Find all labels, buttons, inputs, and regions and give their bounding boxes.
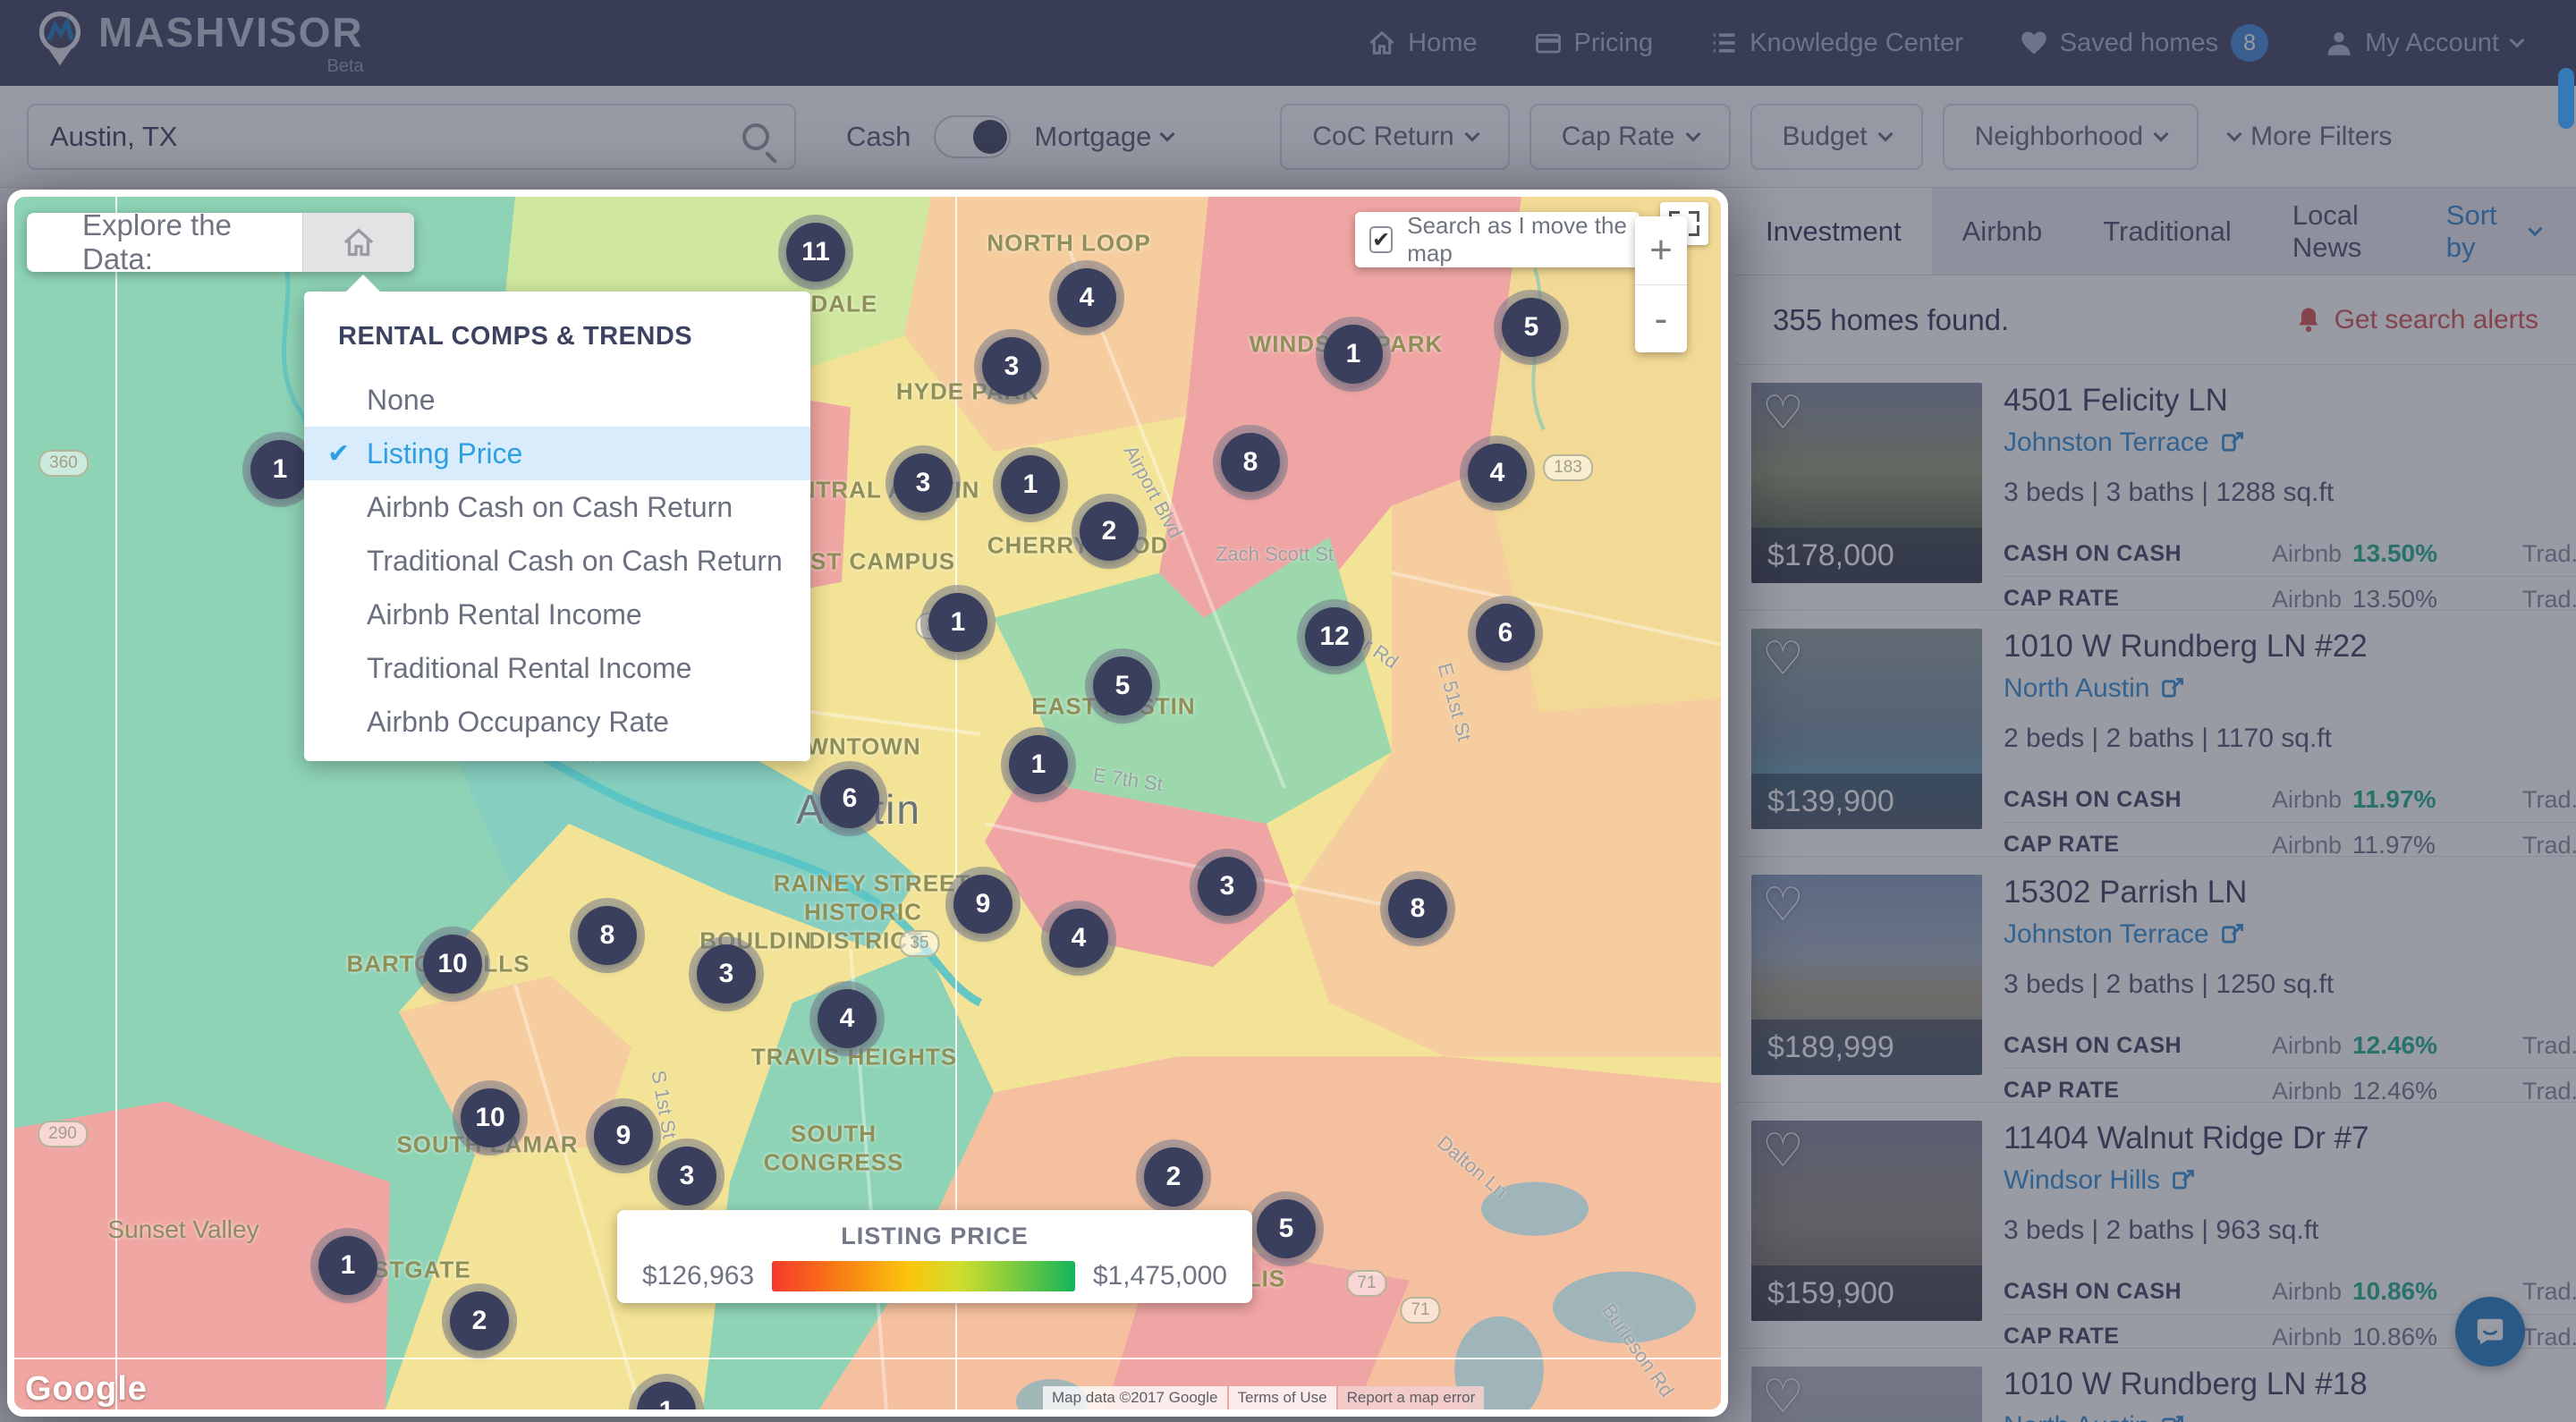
dropdown-item-label: Airbnb Rental Income [367,598,642,631]
map-cluster-marker[interactable]: 4 [1057,268,1116,327]
legend-min-value: $126,963 [642,1261,754,1291]
checkmark-icon: ✔ [327,438,350,470]
home-icon [342,226,376,258]
search-as-move-label: Search as I move the map [1407,212,1640,267]
zoom-in-button[interactable]: + [1635,216,1687,284]
explore-data-panel: Explore the Data: [27,213,414,272]
map-cluster-marker[interactable]: 3 [982,337,1041,396]
google-logo: Google [25,1370,148,1409]
map-cluster-marker[interactable]: 2 [1144,1147,1203,1206]
legend-title: LISTING PRICE [642,1223,1227,1250]
map-cluster-marker[interactable]: 1 [1001,455,1060,514]
map-cluster-marker[interactable]: 2 [450,1291,509,1350]
dropdown-item-traditional-rental-income[interactable]: Traditional Rental Income [304,641,810,695]
map-cluster-marker[interactable]: 1 [637,1382,696,1409]
dropdown-item-airbnb-occupancy-rate[interactable]: Airbnb Occupancy Rate [304,695,810,749]
map-cluster-marker[interactable]: 3 [697,944,756,1003]
map-cluster-marker[interactable]: 4 [818,989,877,1048]
map-cluster-marker[interactable]: 1 [250,440,309,499]
dropdown-item-airbnb-rental-income[interactable]: Airbnb Rental Income [304,588,810,641]
map-cluster-marker[interactable]: 4 [1468,444,1527,503]
terms-of-use-link[interactable]: Terms of Use [1229,1386,1336,1409]
map-cluster-marker[interactable]: 3 [894,453,953,512]
map-cluster-marker[interactable]: 2 [1080,502,1139,561]
dropdown-item-label: Traditional Cash on Cash Return [367,545,783,578]
explore-dropdown-list: None ✔ Listing Price Airbnb Cash on Cash Re… [304,373,810,749]
report-error-link[interactable]: Report a map error [1338,1386,1485,1409]
dropdown-item-traditional-cash-on-cash-return[interactable]: Traditional Cash on Cash Return [304,534,810,588]
map-cluster-marker[interactable]: 11 [786,223,845,282]
map-cluster-marker[interactable]: 8 [1221,433,1280,492]
map-cluster-marker[interactable]: 1 [1009,735,1068,794]
map-cluster-marker[interactable]: 5 [1257,1199,1316,1258]
fullscreen-icon [1689,211,1699,222]
map-cluster-marker[interactable]: 12 [1305,607,1364,666]
explore-dropdown: RENTAL COMPS & TRENDS None ✔ Listing Price… [304,292,810,761]
map-modal: NORTH LOOPROSEDALEHYDE PARKWINDSOR PARKC… [7,190,1728,1417]
dropdown-item-airbnb-cash-on-cash-return[interactable]: Airbnb Cash on Cash Return [304,480,810,534]
map-cluster-marker[interactable]: 6 [820,769,879,828]
map-attribution: Map data ©2017 Google Terms of Use Repor… [1043,1386,1484,1409]
map-cluster-marker[interactable]: 5 [1502,298,1561,357]
map-cluster-marker[interactable]: 6 [1476,604,1535,663]
map-zoom-control: + - [1635,216,1687,352]
map-cluster-marker[interactable]: 10 [461,1088,520,1147]
map-cluster-marker[interactable]: 8 [1388,879,1447,938]
map-cluster-marker[interactable]: 4 [1049,909,1108,968]
attribution-text: Map data ©2017 Google [1043,1386,1227,1409]
dropdown-item-label: Airbnb Occupancy Rate [367,706,669,739]
map-canvas[interactable]: NORTH LOOPROSEDALEHYDE PARKWINDSOR PARKC… [14,197,1721,1409]
map-cluster-marker[interactable]: 3 [1198,857,1257,916]
explore-home-button[interactable] [302,213,414,272]
legend-max-value: $1,475,000 [1093,1261,1227,1291]
listing-price-legend: LISTING PRICE $126,963 $1,475,000 [617,1210,1252,1303]
map-cluster-marker[interactable]: 1 [1324,325,1383,384]
map-cluster-marker[interactable]: 9 [953,875,1013,934]
fullscreen-icon [1689,225,1699,236]
dropdown-item-label: Airbnb Cash on Cash Return [367,491,733,524]
map-cluster-marker[interactable]: 5 [1093,656,1152,715]
explore-data-label: Explore the Data: [27,208,302,276]
dropdown-item-listing-price[interactable]: ✔ Listing Price [304,427,810,480]
page-scrollbar-thumb[interactable] [2558,68,2574,129]
map-cluster-marker[interactable]: 8 [578,906,637,965]
dropdown-item-none[interactable]: None [304,373,810,427]
dropdown-header: RENTAL COMPS & TRENDS [304,292,810,373]
zoom-out-button[interactable]: - [1635,284,1687,352]
dropdown-item-label: Traditional Rental Income [367,652,691,685]
search-as-move-checkbox[interactable]: ✔ [1369,226,1393,253]
map-cluster-marker[interactable]: 1 [928,593,987,652]
map-cluster-marker[interactable]: 9 [594,1106,653,1165]
map-cluster-marker[interactable]: 10 [423,935,482,994]
legend-gradient-bar [772,1261,1075,1291]
map-cluster-marker[interactable]: 3 [657,1147,716,1206]
map-cluster-marker[interactable]: 1 [318,1236,377,1295]
dropdown-item-label: Listing Price [367,437,522,470]
dropdown-item-label: None [367,384,436,417]
search-as-move-panel: ✔ Search as I move the map [1355,212,1640,267]
